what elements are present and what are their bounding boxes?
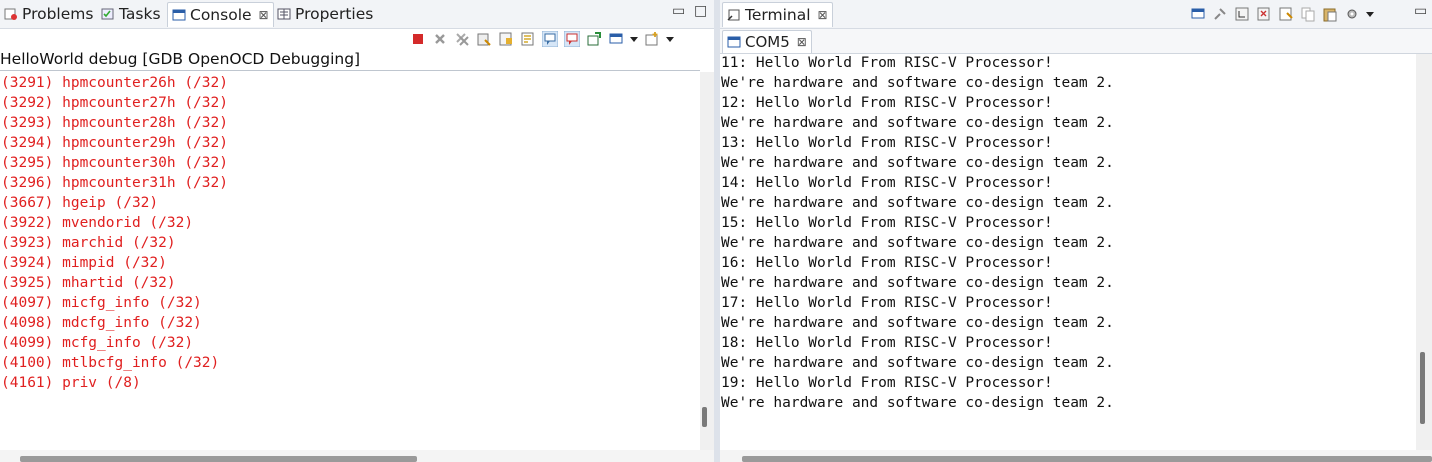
tab-console-label: Console xyxy=(190,6,252,24)
console-title: HelloWorld debug [GDB OpenOCD Debugging] xyxy=(0,50,361,68)
console-line: (3922) mvendorid (/32) xyxy=(1,215,194,231)
console-line: (4161) priv (/8) xyxy=(1,375,141,391)
console-line: (4099) mcfg_info (/32) xyxy=(1,335,194,351)
terminal-line: 13: Hello World From RISC-V Processor! xyxy=(721,135,1053,151)
scroll-lock-icon[interactable] xyxy=(498,31,514,47)
close-icon[interactable]: ⊠ xyxy=(818,8,828,22)
tasks-icon xyxy=(101,8,114,20)
console-view: Problems Tasks Console ⊠ Properties ▭ □ xyxy=(0,0,714,462)
scrollbar-thumb[interactable] xyxy=(702,407,707,427)
tab-com5-label: COM5 xyxy=(745,33,790,51)
paste-icon[interactable] xyxy=(1322,6,1338,22)
pin-console-icon[interactable] xyxy=(586,31,602,47)
tab-properties-label: Properties xyxy=(295,5,374,23)
console-line: (3925) mhartid (/32) xyxy=(1,275,176,291)
terminal-line: We're hardware and software co-design te… xyxy=(721,195,1114,211)
terminal-line: We're hardware and software co-design te… xyxy=(721,115,1114,131)
terminal-subtab-bar: COM5 ⊠ xyxy=(720,29,1432,54)
right-tab-bar: Terminal ⊠ ▭ xyxy=(720,0,1432,29)
chevron-down-icon[interactable] xyxy=(666,31,674,47)
terminal-toolbar xyxy=(1190,4,1374,24)
maximize-button[interactable]: □ xyxy=(694,2,707,20)
settings-icon[interactable] xyxy=(1344,6,1360,22)
left-tab-bar: Problems Tasks Console ⊠ Properties ▭ □ xyxy=(0,0,714,29)
terminate-icon[interactable] xyxy=(410,31,426,47)
terminal-line: We're hardware and software co-design te… xyxy=(721,75,1114,91)
serial-port-icon xyxy=(727,36,741,48)
show-on-stdout-icon[interactable] xyxy=(542,31,558,47)
scrollbar-thumb[interactable] xyxy=(1420,352,1425,424)
terminal-line: We're hardware and software co-design te… xyxy=(721,395,1114,411)
vertical-scrollbar[interactable] xyxy=(1416,54,1432,450)
close-icon[interactable]: ⊠ xyxy=(797,35,807,49)
terminal-line: We're hardware and software co-design te… xyxy=(721,315,1114,331)
properties-icon xyxy=(277,8,291,20)
chevron-down-icon[interactable] xyxy=(1366,6,1374,22)
terminal-line: 16: Hello World From RISC-V Processor! xyxy=(721,255,1053,271)
terminal-line: 17: Hello World From RISC-V Processor! xyxy=(721,295,1053,311)
problems-icon xyxy=(4,8,17,20)
terminal-line: We're hardware and software co-design te… xyxy=(721,355,1114,371)
close-icon[interactable]: ⊠ xyxy=(259,8,269,22)
console-line: (3291) hpmcounter26h (/32) xyxy=(1,75,228,91)
copy-icon[interactable] xyxy=(1300,6,1316,22)
tab-console[interactable]: Console ⊠ xyxy=(167,2,274,27)
terminal-view: Terminal ⊠ ▭ COM5 ⊠ 11: Hello World From… xyxy=(720,0,1432,462)
minimize-button[interactable]: ▭ xyxy=(672,2,685,20)
vertical-scrollbar[interactable] xyxy=(700,72,714,450)
terminal-line: We're hardware and software co-design te… xyxy=(721,275,1114,291)
terminal-line: 14: Hello World From RISC-V Processor! xyxy=(721,175,1053,191)
tab-terminal[interactable]: Terminal ⊠ xyxy=(722,2,833,27)
tab-properties[interactable]: Properties xyxy=(277,2,373,26)
terminal-output[interactable]: 11: Hello World From RISC-V Processor! We… xyxy=(721,53,1114,413)
word-wrap-icon[interactable] xyxy=(520,31,536,47)
console-output[interactable]: (3291) hpmcounter26h (/32) (3292) hpmcoun… xyxy=(1,73,228,393)
console-line: (3924) mimpid (/32) xyxy=(1,255,167,271)
scrollbar-thumb[interactable] xyxy=(742,456,1432,462)
terminal-line: We're hardware and software co-design te… xyxy=(721,155,1114,171)
clear-terminal-icon[interactable] xyxy=(1278,6,1294,22)
console-line: (3295) hpmcounter30h (/32) xyxy=(1,155,228,171)
show-on-stderr-icon[interactable] xyxy=(564,31,580,47)
open-console-icon[interactable] xyxy=(644,31,660,47)
toggle-command-input-icon[interactable] xyxy=(1234,6,1250,22)
horizontal-scrollbar[interactable] xyxy=(720,450,1432,462)
display-console-icon[interactable] xyxy=(608,31,624,47)
console-line: (4097) micfg_info (/32) xyxy=(1,295,202,311)
console-toolbar xyxy=(410,29,674,49)
remove-all-icon[interactable] xyxy=(454,31,470,47)
remove-launch-icon[interactable] xyxy=(432,31,448,47)
terminal-icon xyxy=(727,9,740,21)
clear-console-icon[interactable] xyxy=(476,31,492,47)
console-line: (4098) mdcfg_info (/32) xyxy=(1,315,202,331)
disconnect-icon[interactable] xyxy=(1212,6,1228,22)
terminal-line: 15: Hello World From RISC-V Processor! xyxy=(721,215,1053,231)
chevron-down-icon[interactable] xyxy=(630,31,638,47)
scrollbar-thumb[interactable] xyxy=(20,456,417,462)
terminal-line: 11: Hello World From RISC-V Processor! xyxy=(721,55,1053,71)
console-icon xyxy=(172,9,186,21)
console-line: (3667) hgeip (/32) xyxy=(1,195,159,211)
terminal-line: 18: Hello World From RISC-V Processor! xyxy=(721,335,1053,351)
divider xyxy=(0,70,700,71)
minimize-button[interactable]: ▭ xyxy=(1414,2,1427,20)
terminal-line: 12: Hello World From RISC-V Processor! xyxy=(721,95,1053,111)
console-line: (3293) hpmcounter28h (/32) xyxy=(1,115,228,131)
tab-tasks[interactable]: Tasks xyxy=(101,2,161,26)
terminal-line: 19: Hello World From RISC-V Processor! xyxy=(721,375,1053,391)
tab-com5[interactable]: COM5 ⊠ xyxy=(722,30,812,53)
console-line: (3294) hpmcounter29h (/32) xyxy=(1,135,228,151)
console-line: (3292) hpmcounter27h (/32) xyxy=(1,95,228,111)
tab-problems-label: Problems xyxy=(22,5,94,23)
horizontal-scrollbar[interactable] xyxy=(0,450,714,462)
tab-problems[interactable]: Problems xyxy=(4,2,93,26)
connect-icon[interactable] xyxy=(1190,6,1206,22)
console-line: (4100) mtlbcfg_info (/32) xyxy=(1,355,220,371)
console-line: (3923) marchid (/32) xyxy=(1,235,176,251)
console-line: (3296) hpmcounter31h (/32) xyxy=(1,175,228,191)
tab-tasks-label: Tasks xyxy=(119,5,161,23)
tab-terminal-label: Terminal xyxy=(745,6,811,24)
terminal-line: We're hardware and software co-design te… xyxy=(721,235,1114,251)
scroll-lock-icon[interactable] xyxy=(1256,6,1272,22)
